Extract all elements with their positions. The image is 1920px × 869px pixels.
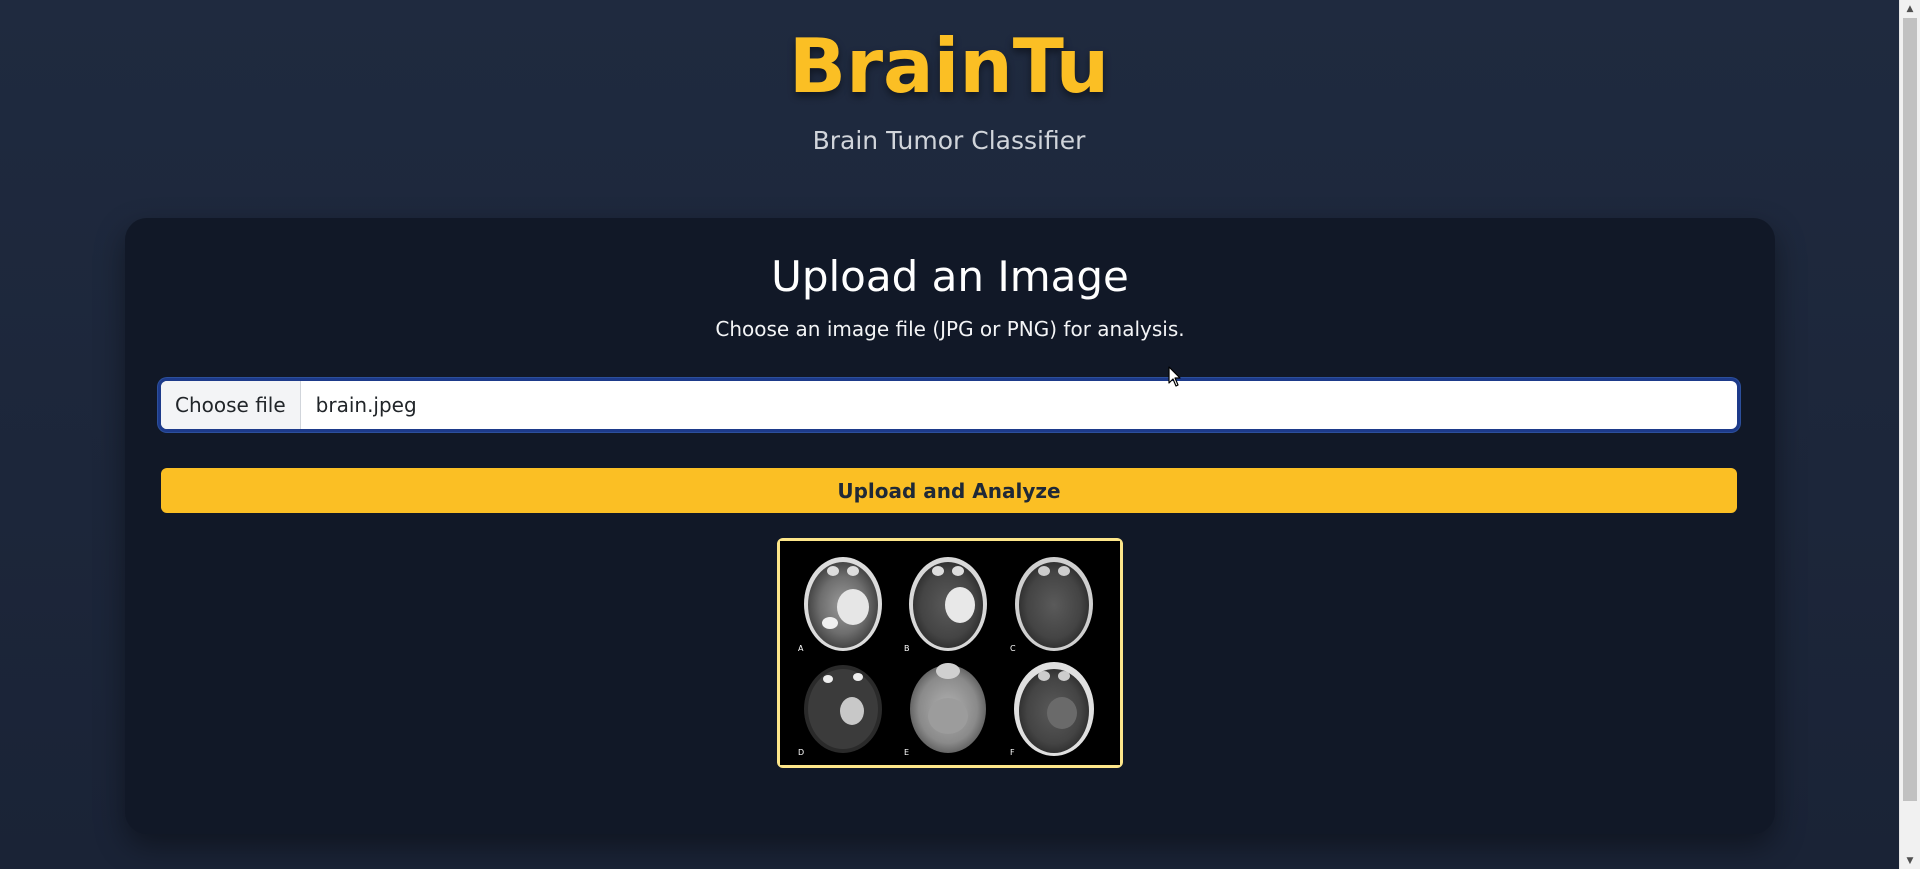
mouse-pointer-icon [1168,366,1181,387]
panel-label-b: B [904,644,910,653]
selected-file-name: brain.jpeg [315,393,417,417]
scroll-up-arrow-icon[interactable]: ▲ [1900,0,1920,17]
brand-title: BrainTu [788,22,1110,110]
mri-panel-a [804,557,882,651]
upload-title: Upload an Image [771,252,1129,301]
panel-label-f: F [1010,748,1015,757]
mri-panel-b [909,557,987,651]
page: BrainTu Brain Tumor Classifier Upload an… [0,0,1920,869]
mri-panel-d [804,665,882,753]
panel-label-a: A [798,644,804,653]
panel-label-e: E [904,748,909,757]
mri-preview-image: A B C D E F [780,541,1120,765]
panel-label-c: C [1010,644,1016,653]
image-preview: A B C D E F [777,538,1123,768]
brand-tagline: Brain Tumor Classifier [812,126,1086,155]
scroll-down-arrow-icon[interactable]: ▼ [1900,852,1920,869]
choose-file-button[interactable]: Choose file [161,381,301,429]
upload-and-analyze-button[interactable]: Upload and Analyze [161,468,1737,513]
upload-subtitle: Choose an image file (JPG or PNG) for an… [715,317,1185,341]
mri-panel-f [1014,662,1094,756]
panel-label-d: D [798,748,804,757]
file-input[interactable]: Choose file brain.jpeg [161,381,1737,429]
mri-panel-c [1015,557,1093,651]
scrollbar-thumb[interactable] [1903,18,1917,801]
upload-card: Upload an Image Choose an image file (JP… [125,218,1775,834]
vertical-scrollbar[interactable]: ▲ ▼ [1899,0,1920,869]
header: BrainTu Brain Tumor Classifier [0,24,1898,156]
